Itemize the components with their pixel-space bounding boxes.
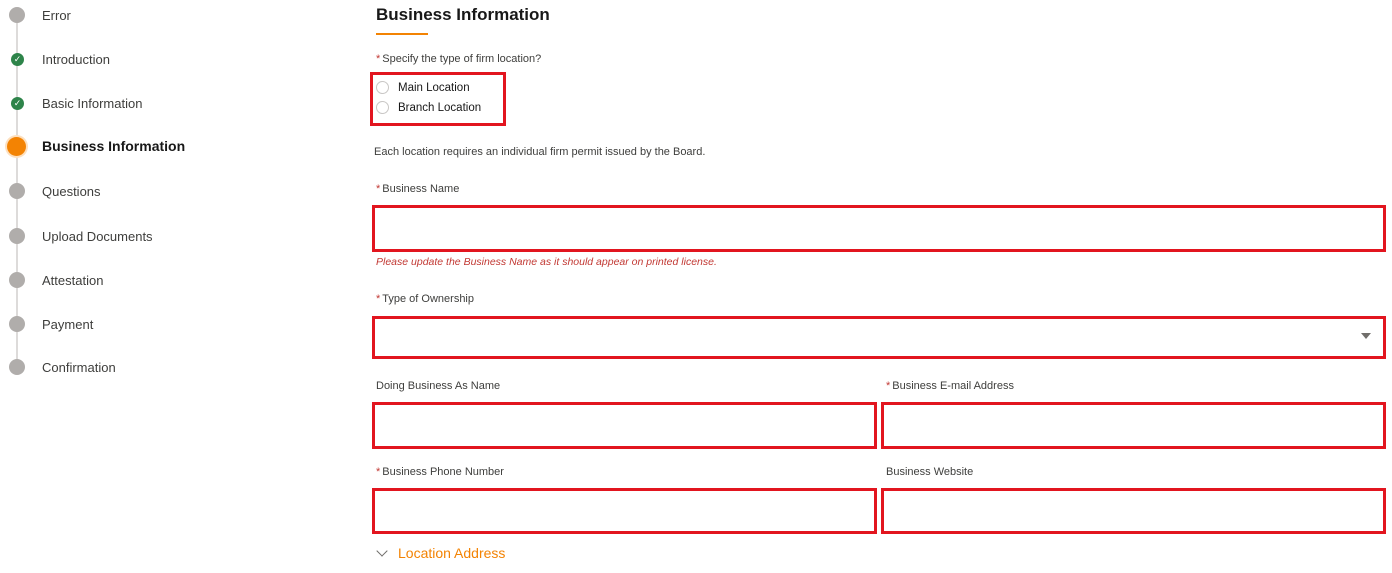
business-name-help-text: Please update the Business Name as it sh… [376, 256, 717, 268]
step-pending-icon [9, 183, 25, 199]
step-current-icon [7, 136, 26, 156]
location-type-radio-group: Main Location Branch Location [370, 72, 506, 126]
business-email-input[interactable] [884, 405, 1383, 446]
business-name-input[interactable] [375, 208, 1383, 249]
business-name-field [372, 205, 1386, 252]
step-label: Payment [42, 316, 94, 332]
check-icon: ✓ [11, 52, 24, 66]
business-information-form: Business Information * Specify the type o… [370, 0, 1386, 573]
title-underline [376, 33, 428, 35]
business-website-label: Business Website [886, 466, 974, 478]
accordion-label: Location Address [398, 545, 506, 561]
step-pending-icon [9, 316, 25, 332]
radio-label: Main Location [398, 81, 470, 94]
step-confirmation[interactable]: Confirmation [0, 352, 300, 382]
required-marker: * [886, 380, 891, 392]
radio-button[interactable] [376, 81, 389, 94]
step-label: Attestation [42, 272, 104, 288]
business-name-label: * Business Name [376, 183, 459, 195]
radio-button[interactable] [376, 101, 389, 114]
label-text: Specify the type of firm location? [382, 53, 542, 65]
ownership-type-label: * Type of Ownership [376, 293, 474, 305]
location-type-label: * Specify the type of firm location? [376, 53, 541, 65]
step-attestation[interactable]: Attestation [0, 265, 300, 295]
business-website-input[interactable] [884, 491, 1383, 531]
step-label: Confirmation [42, 359, 116, 375]
caret-down-icon [1361, 333, 1371, 339]
step-introduction[interactable]: ✓ Introduction [0, 44, 300, 74]
label-text: Business Name [382, 183, 460, 195]
step-label: Introduction [42, 51, 110, 67]
dba-name-input[interactable] [375, 405, 874, 446]
step-label: Business Information [42, 138, 186, 154]
label-text: Business E-mail Address [892, 380, 1014, 392]
step-label: Basic Information [42, 95, 143, 111]
progress-stepper: Error ✓ Introduction ✓ Basic Information… [0, 0, 300, 573]
section-title: Business Information [376, 5, 550, 24]
step-error[interactable]: Error [0, 0, 300, 30]
step-label: Error [42, 7, 71, 23]
radio-label: Branch Location [398, 101, 482, 114]
required-marker: * [376, 293, 381, 305]
step-pending-icon [9, 228, 25, 244]
ownership-type-select[interactable] [372, 316, 1386, 359]
required-marker: * [376, 183, 381, 195]
radio-branch-location[interactable]: Branch Location [376, 101, 481, 114]
dba-name-field [372, 402, 877, 449]
chevron-down-icon [376, 544, 388, 557]
location-address-accordion[interactable]: Location Address [374, 544, 506, 561]
label-text: Type of Ownership [382, 293, 474, 305]
step-label: Questions [42, 183, 101, 199]
required-marker: * [376, 466, 381, 478]
step-upload-documents[interactable]: Upload Documents [0, 221, 300, 251]
step-basic-information[interactable]: ✓ Basic Information [0, 88, 300, 118]
radio-main-location[interactable]: Main Location [376, 81, 470, 94]
step-pending-icon [9, 7, 25, 23]
step-questions[interactable]: Questions [0, 176, 300, 206]
step-pending-icon [9, 359, 25, 375]
step-pending-icon [9, 272, 25, 288]
step-label: Upload Documents [42, 228, 153, 244]
business-website-field [881, 488, 1386, 534]
permit-info-text: Each location requires an individual fir… [374, 146, 706, 158]
step-business-information[interactable]: Business Information [0, 131, 300, 161]
label-text: Business Phone Number [382, 466, 504, 478]
dba-name-label: Doing Business As Name [376, 380, 501, 392]
business-phone-input[interactable] [375, 491, 874, 531]
step-payment[interactable]: Payment [0, 309, 300, 339]
business-email-field [881, 402, 1386, 449]
business-phone-label: * Business Phone Number [376, 466, 504, 478]
check-icon: ✓ [11, 96, 24, 110]
business-phone-field [372, 488, 877, 534]
business-email-label: * Business E-mail Address [886, 380, 1014, 392]
required-marker: * [376, 53, 381, 65]
